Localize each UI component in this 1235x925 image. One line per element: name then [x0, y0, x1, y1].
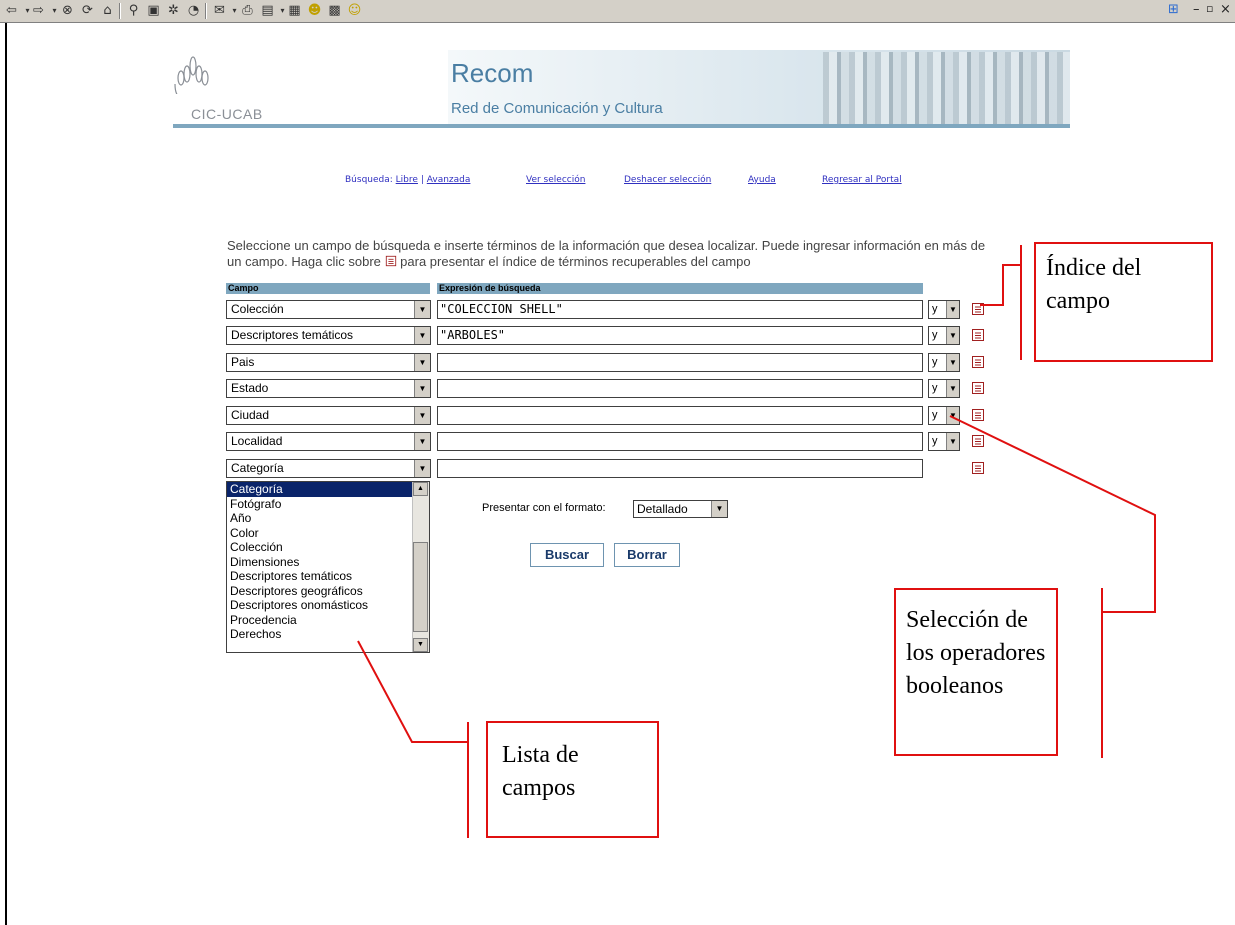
annotation-lista: Lista de campos — [486, 721, 659, 838]
annotation-line-lista — [357, 640, 468, 743]
annotation-line-operadores — [949, 415, 1156, 613]
annotation-line-indice — [980, 264, 1021, 306]
annotation-operadores: Selección de los operadores booleanos — [894, 588, 1058, 756]
annotation-indice: Índice del campo — [1034, 242, 1213, 362]
